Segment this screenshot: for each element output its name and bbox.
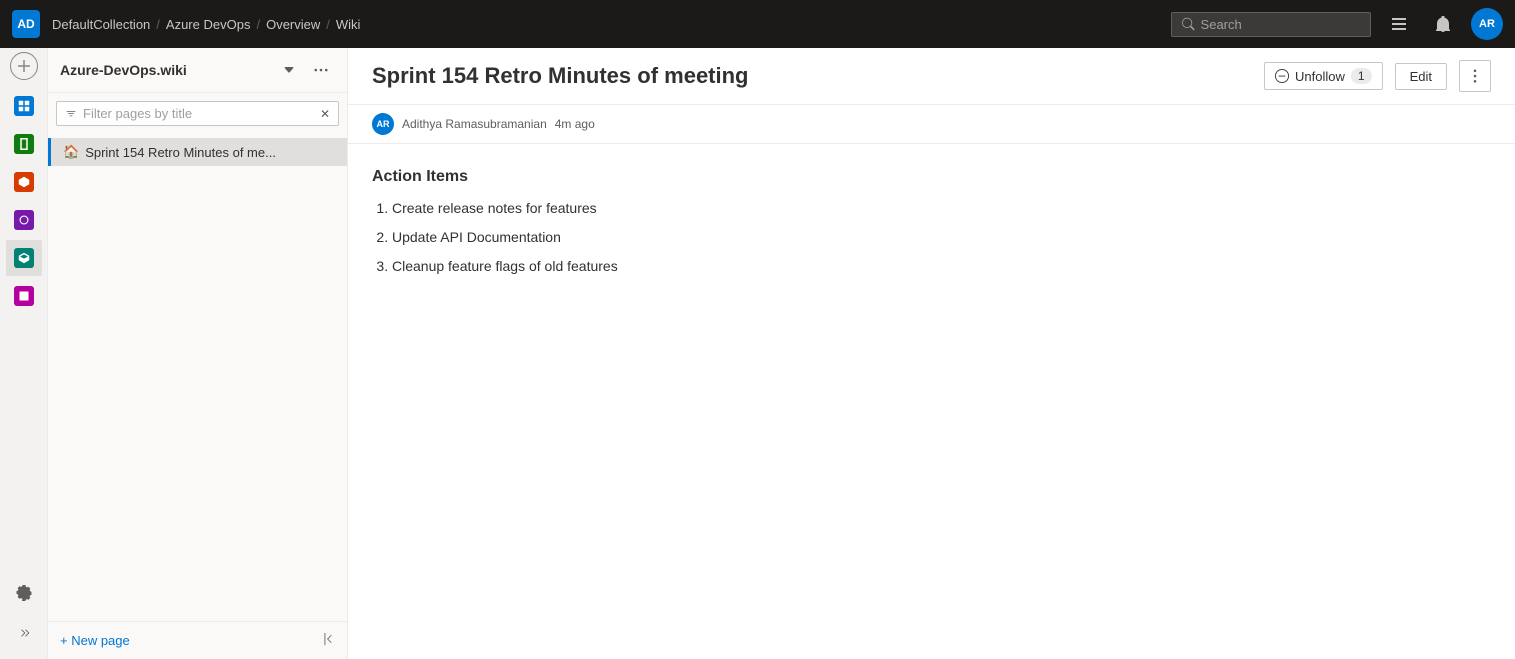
- time-ago: 4m ago: [555, 117, 595, 131]
- author-avatar: AR: [372, 113, 394, 135]
- content-more-button[interactable]: [1459, 60, 1491, 92]
- content-header: Sprint 154 Retro Minutes of meeting Unfo…: [348, 48, 1515, 105]
- app-logo[interactable]: AD: [12, 10, 40, 38]
- activity-item-boards[interactable]: [6, 88, 42, 124]
- new-page-button[interactable]: + New page: [60, 633, 130, 648]
- home-icon: 🏠: [63, 144, 79, 160]
- filter-icon: [65, 108, 77, 120]
- breadcrumb-item-1[interactable]: DefaultCollection: [52, 17, 150, 32]
- breadcrumb-sep-3: /: [326, 17, 330, 32]
- activity-item-repos[interactable]: [6, 126, 42, 162]
- activity-item-testplans[interactable]: [6, 202, 42, 238]
- filter-clear-button[interactable]: ✕: [320, 107, 330, 121]
- activity-item-pipelines[interactable]: [6, 164, 42, 200]
- sidebar-header: Azure-DevOps.wiki: [48, 48, 347, 93]
- list-view-icon[interactable]: [1383, 8, 1415, 40]
- section-title: Action Items: [372, 168, 1491, 186]
- wiki-dropdown-button[interactable]: [275, 56, 303, 84]
- filter-bar[interactable]: ✕: [56, 101, 339, 126]
- filter-input[interactable]: [83, 106, 314, 121]
- artifacts-icon: [14, 248, 34, 268]
- breadcrumb-item-4[interactable]: Wiki: [336, 17, 361, 32]
- user-avatar[interactable]: AR: [1471, 8, 1503, 40]
- breadcrumb-sep-2: /: [256, 17, 260, 32]
- collapse-button[interactable]: [6, 615, 42, 651]
- search-icon: [1182, 17, 1195, 31]
- notifications-icon[interactable]: [1427, 8, 1459, 40]
- action-item-3: Cleanup feature flags of old features: [392, 256, 1491, 277]
- content-body: Action Items Create release notes for fe…: [348, 144, 1515, 659]
- breadcrumb-sep-1: /: [156, 17, 160, 32]
- search-input[interactable]: [1201, 17, 1360, 32]
- breadcrumb: DefaultCollection / Azure DevOps / Overv…: [52, 17, 360, 32]
- sidebar-footer: + New page: [48, 621, 347, 659]
- repos-icon: [14, 134, 34, 154]
- top-nav: AD DefaultCollection / Azure DevOps / Ov…: [0, 0, 1515, 48]
- activity-bar: [0, 48, 48, 659]
- settings-button[interactable]: [6, 575, 42, 611]
- add-button[interactable]: [10, 52, 38, 80]
- sidebar-collapse-button[interactable]: [321, 632, 335, 649]
- page-tree: 🏠 Sprint 154 Retro Minutes of me...: [48, 134, 347, 621]
- more-options-button[interactable]: [307, 56, 335, 84]
- action-item-2: Update API Documentation: [392, 227, 1491, 248]
- top-nav-right: AR: [1171, 8, 1503, 40]
- action-items-list: Create release notes for features Update…: [372, 198, 1491, 277]
- main-layout: Azure-DevOps.wiki ✕ 🏠 Sprint 154 Retro M…: [0, 48, 1515, 659]
- activity-item-wiki[interactable]: [6, 278, 42, 314]
- page-title: Sprint 154 Retro Minutes of meeting: [372, 63, 1252, 89]
- breadcrumb-item-3[interactable]: Overview: [266, 17, 320, 32]
- pipelines-icon: [14, 172, 34, 192]
- wiki-title: Azure-DevOps.wiki: [60, 62, 271, 78]
- activity-item-artifacts[interactable]: [6, 240, 42, 276]
- sidebar: Azure-DevOps.wiki ✕ 🏠 Sprint 154 Retro M…: [48, 48, 348, 659]
- unfollow-icon: [1275, 69, 1289, 83]
- action-item-1: Create release notes for features: [392, 198, 1491, 219]
- breadcrumb-item-2[interactable]: Azure DevOps: [166, 17, 251, 32]
- boards-icon: [14, 96, 34, 116]
- page-tree-item[interactable]: 🏠 Sprint 154 Retro Minutes of me...: [48, 138, 347, 166]
- unfollow-button[interactable]: Unfollow 1: [1264, 62, 1383, 90]
- wiki-icon: [14, 286, 34, 306]
- content-meta: AR Adithya Ramasubramanian 4m ago: [348, 105, 1515, 144]
- testplans-icon: [14, 210, 34, 230]
- follow-count: 1: [1351, 68, 1372, 84]
- page-title-label: Sprint 154 Retro Minutes of me...: [85, 145, 276, 160]
- content-area: Sprint 154 Retro Minutes of meeting Unfo…: [348, 48, 1515, 659]
- author-name: Adithya Ramasubramanian: [402, 117, 547, 131]
- edit-button[interactable]: Edit: [1395, 63, 1447, 90]
- search-box[interactable]: [1171, 12, 1371, 37]
